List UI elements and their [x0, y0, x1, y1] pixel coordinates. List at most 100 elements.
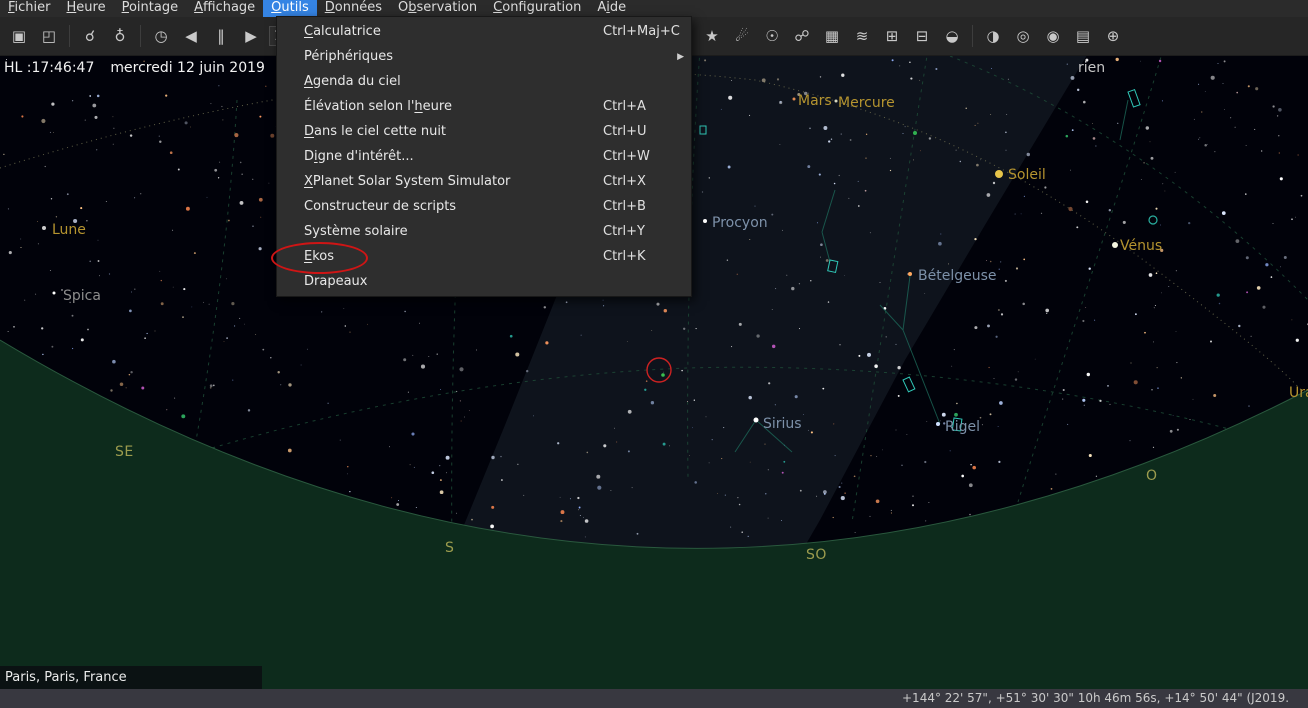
- menu-item-xplanet-solar-system-simulator[interactable]: XPlanet Solar System Simulator Ctrl+X: [277, 169, 691, 194]
- sky-label-ura[interactable]: Ura: [1289, 385, 1308, 401]
- menu-item-label: Système solaire: [304, 224, 408, 239]
- menu-item-shortcut: Ctrl+B: [603, 199, 646, 214]
- menu-item-shortcut: Ctrl+W: [603, 149, 650, 164]
- find-object-icon[interactable]: ☌: [77, 23, 103, 49]
- toolbar-separator: [972, 25, 973, 47]
- whats-interesting-icon[interactable]: ◉: [1040, 23, 1066, 49]
- statusbar-coordinates: +144° 22' 57", +51° 30' 30" 10h 46m 56s,…: [902, 691, 1290, 705]
- menu-item-label: Périphériques: [304, 49, 394, 64]
- cardinal-label-so: SO: [806, 547, 827, 563]
- menu-item-label: Digne d'intérêt...: [304, 149, 414, 164]
- menubar-item-donnees[interactable]: Données: [317, 0, 390, 17]
- local-time-text: HL :17:46:47: [4, 60, 95, 76]
- show-constellation-boundaries-icon[interactable]: ▦: [819, 23, 845, 49]
- menu-item-shortcut: Ctrl+Y: [603, 224, 645, 239]
- menu-item-shortcut: Ctrl+U: [603, 124, 647, 139]
- sky-label-betelgeuse[interactable]: Bételgeuse: [918, 268, 997, 284]
- toolbar-left-group: ▣◰☌♁◷◀‖▶1: [4, 23, 303, 49]
- show-solar-system-icon[interactable]: ☉: [759, 23, 785, 49]
- toolbar-separator: [140, 25, 141, 47]
- menubar-item-outils[interactable]: Outils: [263, 0, 317, 17]
- procyon-star: [703, 219, 707, 223]
- menu-item-calculatrice[interactable]: Calculatrice Ctrl+Maj+C: [277, 19, 691, 44]
- show-stars-icon[interactable]: ★: [699, 23, 725, 49]
- menu-item-label: Agenda du ciel: [304, 74, 401, 89]
- menu-item-label: Drapeaux: [304, 274, 368, 289]
- location-infobox[interactable]: Paris, Paris, France: [0, 666, 262, 689]
- menu-item-dans-le-ciel-cette-nuit[interactable]: Dans le ciel cette nuit Ctrl+U: [277, 119, 691, 144]
- kstars-window: Mars Mercure Soleil Lune Vénus Procyon Bételge…: [0, 0, 1308, 708]
- menu-item-systeme-solaire[interactable]: Système solaire Ctrl+Y: [277, 219, 691, 244]
- toolbar-view-group: ★ ☄ ☉ ☍ ▦ ≋ ⊞ ⊟ ◒ ◑ ◎ ◉ ▤ ⊕: [697, 23, 1128, 49]
- time-step-forward-icon[interactable]: ▶: [238, 23, 264, 49]
- show-milky-way-icon[interactable]: ≋: [849, 23, 875, 49]
- menu-item-label: XPlanet Solar System Simulator: [304, 174, 511, 189]
- color-scheme-icon[interactable]: ◑: [980, 23, 1006, 49]
- menu-item-shortcut: Ctrl+X: [603, 174, 646, 189]
- menubar: Fichier Heure Pointage Affichage Outils Donné…: [0, 0, 1308, 17]
- betelgeuse-star: [908, 272, 912, 276]
- fov-edit-icon[interactable]: ◰: [36, 23, 62, 49]
- menubar-item-pointage[interactable]: Pointage: [114, 0, 187, 17]
- menu-item-label: Constructeur de scripts: [304, 199, 457, 214]
- spica-star: [52, 291, 56, 295]
- cardinal-label-s: S: [445, 540, 455, 556]
- show-constellation-lines-icon[interactable]: ☍: [789, 23, 815, 49]
- find-icon[interactable]: ⊕: [1100, 23, 1126, 49]
- show-deep-sky-objects-icon[interactable]: ☄: [729, 23, 755, 49]
- menu-item-digne-d-interet[interactable]: Digne d'intérêt... Ctrl+W: [277, 144, 691, 169]
- menu-item-elevation-selon-l-heure[interactable]: Élévation selon l'heure Ctrl+A: [277, 94, 691, 119]
- sky-label-procyon[interactable]: Procyon: [712, 215, 768, 231]
- time-infobox[interactable]: HL :17:46:47 mercredi 12 juin 2019: [4, 60, 265, 76]
- menubar-item-fichier[interactable]: Fichier: [0, 0, 59, 17]
- show-ground-icon[interactable]: ◒: [939, 23, 965, 49]
- telescope-control-icon[interactable]: ◎: [1010, 23, 1036, 49]
- show-equatorial-grid-icon[interactable]: ⊞: [879, 23, 905, 49]
- menubar-item-aide[interactable]: Aide: [589, 0, 634, 17]
- menu-item-label: Calculatrice: [304, 24, 381, 39]
- toolbar-separator: [69, 25, 70, 47]
- menubar-item-configuration[interactable]: Configuration: [485, 0, 589, 17]
- menu-item-shortcut: Ctrl+A: [603, 99, 646, 114]
- menu-item-shortcut: Ctrl+Maj+C: [603, 24, 680, 39]
- menu-item-constructeur-de-scripts[interactable]: Constructeur de scripts Ctrl+B: [277, 194, 691, 219]
- sirius-star: [753, 417, 759, 423]
- date-text: mercredi 12 juin 2019: [110, 60, 265, 76]
- menu-item-peripheriques[interactable]: Périphériques ▶: [277, 44, 691, 69]
- sky-label-mars[interactable]: Mars: [798, 93, 832, 109]
- statusbar: +144° 22' 57", +51° 30' 30" 10h 46m 56s,…: [0, 689, 1308, 708]
- sky-label-sirius[interactable]: Sirius: [763, 416, 802, 432]
- menu-item-agenda-du-ciel[interactable]: Agenda du ciel: [277, 69, 691, 94]
- menu-item-drapeaux[interactable]: Drapeaux: [277, 269, 691, 294]
- moon-dot: [42, 226, 46, 230]
- focus-object-infobox[interactable]: rien: [1078, 60, 1105, 76]
- sun-dot: [995, 170, 1003, 178]
- set-time-icon[interactable]: ◷: [148, 23, 174, 49]
- set-geolocation-icon[interactable]: ♁: [107, 23, 133, 49]
- cardinal-label-o: O: [1146, 468, 1158, 484]
- zoom-fit-icon[interactable]: ▣: [6, 23, 32, 49]
- cardinal-label-se: SE: [115, 444, 134, 460]
- sky-label-rigel[interactable]: Rigel: [945, 419, 980, 435]
- mars-dot: [792, 97, 796, 101]
- sky-label-mercure[interactable]: Mercure: [838, 95, 895, 111]
- menu-item-ekos[interactable]: Ekos Ctrl+K: [277, 244, 691, 269]
- dso-green-dot: [913, 131, 917, 135]
- sky-label-soleil[interactable]: Soleil: [1008, 167, 1046, 183]
- sky-label-spica[interactable]: Spica: [63, 288, 101, 304]
- tools-dropdown-menu: Calculatrice Ctrl+Maj+C Périphériques ▶ Agen…: [276, 16, 692, 297]
- venus-dot: [1112, 242, 1118, 248]
- menubar-item-heure[interactable]: Heure: [59, 0, 114, 17]
- menubar-item-affichage[interactable]: Affichage: [186, 0, 263, 17]
- sky-label-venus[interactable]: Vénus: [1120, 238, 1162, 254]
- menu-item-shortcut: Ctrl+K: [603, 249, 646, 264]
- sky-map-options-icon[interactable]: ▤: [1070, 23, 1096, 49]
- toggle-time-running-icon[interactable]: ‖: [208, 23, 234, 49]
- sky-label-lune[interactable]: Lune: [52, 222, 86, 238]
- rigel-star: [936, 422, 940, 426]
- menu-item-label: Dans le ciel cette nuit: [304, 124, 447, 139]
- show-horizontal-grid-icon[interactable]: ⊟: [909, 23, 935, 49]
- menu-item-label: Ekos: [304, 249, 335, 264]
- menubar-item-observation[interactable]: Observation: [390, 0, 485, 17]
- time-step-backward-icon[interactable]: ◀: [178, 23, 204, 49]
